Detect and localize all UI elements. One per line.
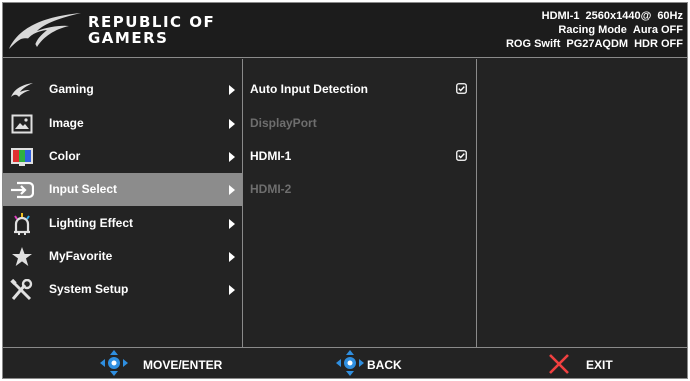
menu-item-label: Image <box>49 116 84 130</box>
submenu-item-label: Auto Input Detection <box>250 82 368 96</box>
status-input: HDMI-1 <box>541 10 580 22</box>
exit-hint[interactable]: EXIT <box>548 348 638 379</box>
menu-item-label: System Setup <box>49 282 129 296</box>
status-resolution: 2560x1440@ <box>585 10 652 22</box>
main-menu: Gaming Image Color Input Select Lighting… <box>3 59 243 347</box>
submenu-item-label: DisplayPort <box>250 116 317 130</box>
color-icon <box>9 145 35 169</box>
rog-eye-icon <box>9 78 35 102</box>
status-info: HDMI-1 2560x1440@ 60Hz Racing Mode Aura OFF… <box>506 9 683 51</box>
menu-item-myfavorite[interactable]: MyFavorite <box>3 240 242 273</box>
menu-item-image[interactable]: Image <box>3 107 242 140</box>
menu-item-label: Gaming <box>49 82 94 96</box>
status-model: ROG Swift <box>505 38 561 50</box>
status-aura: Aura OFF <box>632 24 683 36</box>
menu-item-lighting-effect[interactable]: Lighting Effect <box>3 207 242 240</box>
brand-text: REPUBLIC OF GAMERS <box>88 15 215 47</box>
header: REPUBLIC OF GAMERS HDMI-1 2560x1440@ 60Hz … <box>3 3 687 58</box>
status-refresh: 60Hz <box>657 10 683 22</box>
menu-item-label: Input Select <box>49 182 118 196</box>
checkbox-checked-icon <box>456 83 467 94</box>
submenu-item-label: HDMI-2 <box>250 182 292 196</box>
chevron-right-icon <box>229 85 235 95</box>
chevron-right-icon <box>229 152 235 162</box>
osd-menu: REPUBLIC OF GAMERS HDMI-1 2560x1440@ 60Hz … <box>2 2 688 379</box>
chevron-right-icon <box>229 285 235 295</box>
dpad-left-icon <box>336 350 364 376</box>
chevron-right-icon <box>229 219 235 229</box>
input-icon <box>9 178 35 202</box>
menu-item-system-setup[interactable]: System Setup <box>3 273 242 306</box>
tools-icon <box>9 278 35 302</box>
dpad-icon <box>100 350 128 376</box>
menu-item-input-select[interactable]: Input Select <box>3 173 242 206</box>
lighting-icon <box>9 212 35 236</box>
submenu-item-hdmi-1[interactable]: HDMI-1 <box>244 140 476 173</box>
submenu-item-auto-input-detection[interactable]: Auto Input Detection <box>244 73 476 106</box>
checkbox-checked-icon <box>456 150 467 161</box>
menu-item-gaming[interactable]: Gaming <box>3 73 242 106</box>
brand-line2: GAMERS <box>88 29 169 47</box>
exit-label: EXIT <box>586 358 613 372</box>
detail-panel <box>478 59 687 347</box>
status-hdr: HDR OFF <box>634 38 683 50</box>
star-icon <box>9 245 35 269</box>
submenu-item-displayport: DisplayPort <box>244 107 476 140</box>
back-label: BACK <box>367 358 402 372</box>
chevron-right-icon <box>229 119 235 129</box>
submenu-item-hdmi-2: HDMI-2 <box>244 173 476 206</box>
image-icon <box>9 112 35 136</box>
menu-item-label: Lighting Effect <box>49 216 133 230</box>
menu-item-label: MyFavorite <box>49 249 113 263</box>
menu-item-label: Color <box>49 149 81 163</box>
chevron-right-icon <box>229 185 235 195</box>
footer-hints: MOVE/ENTER BACK EXIT <box>3 347 687 378</box>
submenu: Auto Input Detection DisplayPort HDMI-1 … <box>244 59 477 347</box>
menu-item-color[interactable]: Color <box>3 140 242 173</box>
move-enter-label: MOVE/ENTER <box>143 358 223 372</box>
move-enter-hint[interactable]: MOVE/ENTER <box>99 348 229 379</box>
status-mode: Racing Mode <box>558 24 627 36</box>
chevron-right-icon <box>229 252 235 262</box>
submenu-item-label: HDMI-1 <box>250 149 292 163</box>
close-icon <box>549 354 569 374</box>
back-hint[interactable]: BACK <box>335 348 435 379</box>
rog-logo <box>9 13 81 49</box>
status-model-number: PG27AQDM <box>566 38 629 50</box>
